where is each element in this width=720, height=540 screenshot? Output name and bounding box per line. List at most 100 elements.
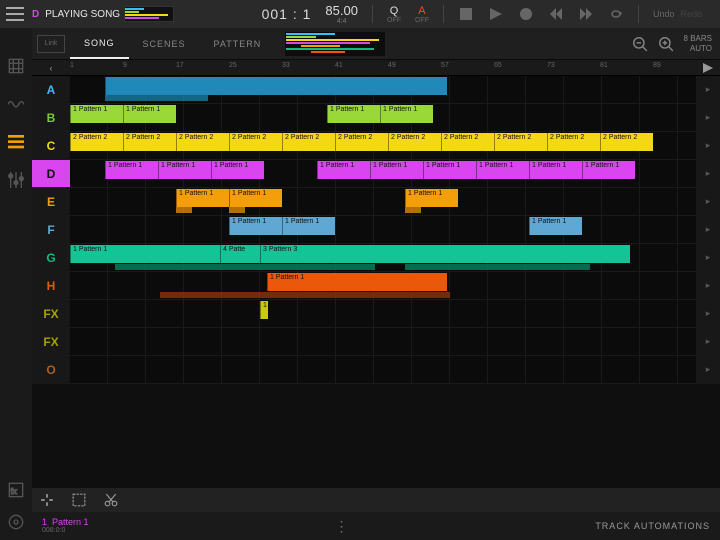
pattern-name[interactable]: Pattern 1 [52,517,89,527]
play-arrow-icon[interactable] [696,60,720,75]
track-expand-icon[interactable]: ▸ [696,216,720,243]
track-label[interactable]: O [32,356,70,383]
track-lane[interactable] [70,356,696,383]
clip[interactable]: 1 Pattern 1 [105,161,158,179]
ruler-back-button[interactable]: ‹ [32,60,70,75]
clip[interactable]: 2 Pattern 2 [282,133,335,151]
tempo-display[interactable]: 85.00 4:4 [325,3,358,25]
sliders-icon[interactable] [8,172,24,188]
clip[interactable]: 1 Pattern 1 [370,161,423,179]
track-label[interactable]: G [32,244,70,271]
clip[interactable]: 2 Pattern 2 [123,133,176,151]
clip[interactable]: 1 Pattern 1 [267,273,447,291]
track-label[interactable]: FX [32,300,70,327]
stop-button[interactable] [458,6,474,22]
clip[interactable]: 2 Pattern 2 [441,133,494,151]
redo-button[interactable]: Redo [680,9,702,19]
track-lane[interactable]: 1 Pattern 11 Pattern 11 Pattern 11 Patte… [70,160,696,187]
pointer-tool[interactable] [40,493,54,507]
clip[interactable]: 1 Pattern 1 [423,161,476,179]
timeline-ruler[interactable]: 1917253341495765738189 [70,60,696,75]
clip[interactable]: 1 Pattern 1 [229,217,282,235]
clip[interactable]: 1 Pattern 1 [380,105,433,123]
track-automations-button[interactable]: TRACK AUTOMATIONS [595,521,710,531]
track-lane[interactable]: 1 Pattern 1 [70,272,696,299]
track-lane[interactable]: 1 Pattern 14 Patte3 Pattern 3 [70,244,696,271]
track-expand-icon[interactable]: ▸ [696,104,720,131]
track-lane[interactable]: 2 Pattern 22 Pattern 22 Pattern 22 Patte… [70,132,696,159]
track-label[interactable]: F [32,216,70,243]
bars-display[interactable]: 8 BARS AUTO [684,34,712,53]
track-expand-icon[interactable]: ▸ [696,76,720,103]
wave-icon[interactable] [8,96,24,112]
track-expand-icon[interactable]: ▸ [696,244,720,271]
track-label[interactable]: D [32,160,70,187]
track-lane[interactable]: 1 Pattern 11 Pattern 11 Pattern 11 Patte… [70,104,696,131]
clip[interactable]: 2 Pattern 2 [547,133,600,151]
track-lane[interactable]: 1 Pattern 11 Pattern 11 Pattern 1 [70,216,696,243]
rewind-button[interactable] [548,6,564,22]
track-lane[interactable] [70,328,696,355]
track-label[interactable]: H [32,272,70,299]
clip[interactable]: 2 Pattern 2 [335,133,388,151]
track-lane[interactable]: 1 [70,300,696,327]
automation-lane[interactable] [160,292,450,298]
clip[interactable]: 2 Pattern 2 [388,133,441,151]
zoom-in-icon[interactable] [658,36,674,52]
track-expand-icon[interactable]: ▸ [696,132,720,159]
clip[interactable]: 3 Pattern 3 [260,245,630,263]
settings-icon[interactable] [8,514,24,530]
zoom-out-icon[interactable] [632,36,648,52]
clip[interactable]: 1 Pattern 1 [176,189,229,207]
clip[interactable]: 1 Pattern 1 [229,189,282,207]
clip[interactable]: 2 Pattern 2 [176,133,229,151]
track-label[interactable]: E [32,188,70,215]
track-label[interactable]: C [32,132,70,159]
select-tool[interactable] [72,493,86,507]
clip[interactable] [105,77,447,95]
clip[interactable]: 2 Pattern 2 [229,133,282,151]
clip[interactable]: 1 Pattern 1 [405,189,458,207]
timeline-icon[interactable] [8,134,24,150]
clip[interactable]: 1 Pattern 1 [529,217,582,235]
tab-pattern[interactable]: PATTERN [200,28,276,59]
quantize-toggle[interactable]: Q OFF [387,5,401,24]
clip[interactable]: 1 Pattern 1 [327,105,380,123]
track-expand-icon[interactable]: ▸ [696,300,720,327]
tab-scenes[interactable]: SCENES [129,28,200,59]
automation-lane[interactable] [405,264,590,270]
undo-button[interactable]: Undo [653,9,675,19]
menu-icon[interactable] [6,7,24,21]
track-label[interactable]: FX [32,328,70,355]
clip[interactable]: 1 Pattern 1 [70,245,220,263]
clip[interactable]: 2 Pattern 2 [70,133,123,151]
a-toggle[interactable]: A OFF [415,5,429,24]
track-label[interactable]: A [32,76,70,103]
forward-button[interactable] [578,6,594,22]
track-lane[interactable] [70,76,696,103]
track-expand-icon[interactable]: ▸ [696,272,720,299]
clip[interactable]: 1 Pattern 1 [123,105,176,123]
track-expand-icon[interactable]: ▸ [696,188,720,215]
cut-tool[interactable] [104,493,118,507]
automation-lane[interactable] [115,264,375,270]
clip[interactable]: 1 Pattern 1 [317,161,370,179]
clip[interactable]: 1 Pattern 1 [582,161,635,179]
clip[interactable]: 1 [260,301,268,319]
grid-icon[interactable] [8,58,24,74]
clip[interactable]: 2 Pattern 2 [600,133,653,151]
track-expand-icon[interactable]: ▸ [696,160,720,187]
link-button[interactable]: Link [37,35,65,53]
clip[interactable]: 1 Pattern 1 [158,161,211,179]
position-display[interactable]: 001 : 1 [262,6,312,22]
track-expand-icon[interactable]: ▸ [696,356,720,383]
track-expand-icon[interactable]: ▸ [696,328,720,355]
clip[interactable]: 1 Pattern 1 [211,161,264,179]
fx-icon[interactable]: fx [8,482,24,498]
record-button[interactable] [518,6,534,22]
clip[interactable]: 1 Pattern 1 [476,161,529,179]
clip[interactable]: 2 Pattern 2 [494,133,547,151]
clip[interactable]: 1 Pattern 1 [70,105,123,123]
clip[interactable]: 1 Pattern 1 [529,161,582,179]
more-menu[interactable]: ⋮ [334,518,349,535]
